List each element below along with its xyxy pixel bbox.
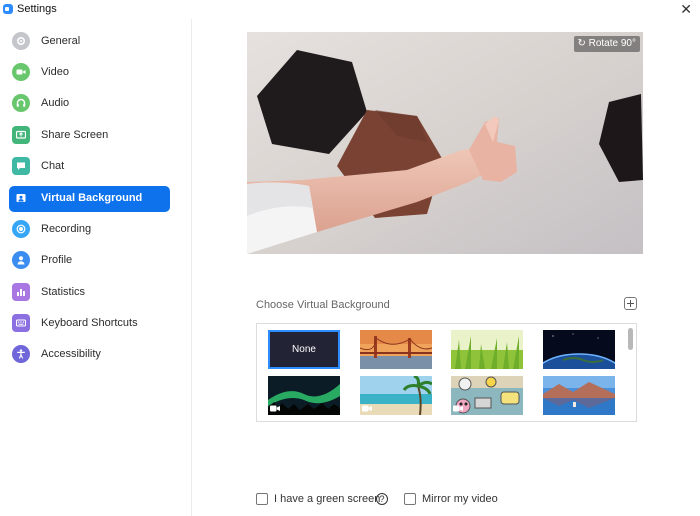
sidebar-item-virtual-background[interactable]: Virtual Background (9, 186, 170, 212)
rotate-button[interactable]: ↻ Rotate 90° (574, 36, 640, 52)
sidebar-item-accessibility[interactable]: Accessibility (9, 342, 170, 368)
profile-icon (12, 251, 30, 269)
sidebar-item-video[interactable]: Video (9, 60, 170, 86)
sidebar-item-label: Keyboard Shortcuts (41, 317, 138, 329)
virtual-background-panel: ↻ Rotate 90° Choose Virtual Background N… (193, 19, 700, 516)
sidebar-item-audio[interactable]: Audio (9, 91, 170, 117)
add-background-button[interactable] (624, 297, 637, 310)
video-preview: ↻ Rotate 90° (247, 32, 643, 254)
sidebar-item-label: Audio (41, 97, 70, 109)
camera-feed-image (247, 32, 643, 254)
share-screen-icon (12, 126, 30, 144)
sidebar-item-label: Share Screen (41, 129, 109, 141)
gallery-scrollbar[interactable] (628, 328, 633, 350)
record-icon (12, 220, 30, 238)
background-thumb-grass[interactable] (451, 330, 523, 369)
sidebar-item-chat[interactable]: Chat (9, 154, 170, 180)
background-gallery: None (256, 323, 637, 422)
title-bar: Settings ✕ (0, 0, 700, 19)
sidebar-item-keyboard-shortcuts[interactable]: Keyboard Shortcuts (9, 311, 170, 337)
thumb-none-label: None (292, 344, 316, 355)
background-thumb-golden-gate[interactable] (360, 330, 432, 369)
sidebar-item-share-screen[interactable]: Share Screen (9, 123, 170, 149)
mirror-video-label: Mirror my video (422, 493, 498, 505)
chat-bubble-icon (12, 157, 30, 175)
keyboard-icon (12, 314, 30, 332)
close-button[interactable]: ✕ (680, 1, 692, 17)
window-title: Settings (17, 3, 57, 15)
video-camera-icon (12, 63, 30, 81)
video-badge-icon (270, 405, 280, 412)
background-thumb-earth[interactable] (543, 330, 615, 369)
sidebar-item-statistics[interactable]: Statistics (9, 280, 170, 306)
sidebar-item-general[interactable]: General (9, 29, 170, 55)
sidebar-item-profile[interactable]: Profile (9, 248, 170, 274)
video-badge-icon (362, 405, 372, 412)
sidebar-item-label: General (41, 35, 81, 47)
background-thumb-mountain-lake[interactable] (543, 376, 615, 415)
sidebar-item-label: Chat (41, 160, 65, 172)
background-thumb-none[interactable]: None (268, 330, 340, 369)
mirror-video-checkbox[interactable] (404, 493, 416, 505)
sidebar-item-label: Accessibility (41, 348, 101, 360)
sidebar-item-label: Statistics (41, 286, 86, 298)
sidebar-item-label: Virtual Background (41, 192, 143, 204)
accessibility-icon (12, 345, 30, 363)
choose-virtual-background-label: Choose Virtual Background (256, 299, 390, 311)
sidebar-item-label: Profile (41, 254, 73, 266)
rotate-icon: ↻ (577, 38, 586, 49)
sidebar-item-label: Recording (41, 223, 92, 235)
help-icon[interactable]: ? (376, 493, 388, 505)
gear-icon (12, 32, 30, 50)
green-screen-label: I have a green screen (274, 493, 381, 505)
background-thumb-beach[interactable] (360, 376, 432, 415)
background-thumb-cartoon[interactable] (451, 376, 523, 415)
green-screen-checkbox[interactable] (256, 493, 268, 505)
virtual-background-icon (12, 189, 30, 207)
rotate-label: Rotate 90° (588, 38, 636, 49)
statistics-icon (12, 283, 30, 301)
video-badge-icon (453, 405, 463, 412)
headphones-icon (12, 94, 30, 112)
sidebar-item-label: Video (41, 66, 69, 78)
background-thumb-aurora[interactable] (268, 376, 340, 415)
settings-sidebar: General Video Audio Share Screen Chat Vi… (0, 19, 192, 516)
zoom-app-icon (3, 4, 13, 14)
sidebar-item-recording[interactable]: Recording (9, 217, 170, 243)
